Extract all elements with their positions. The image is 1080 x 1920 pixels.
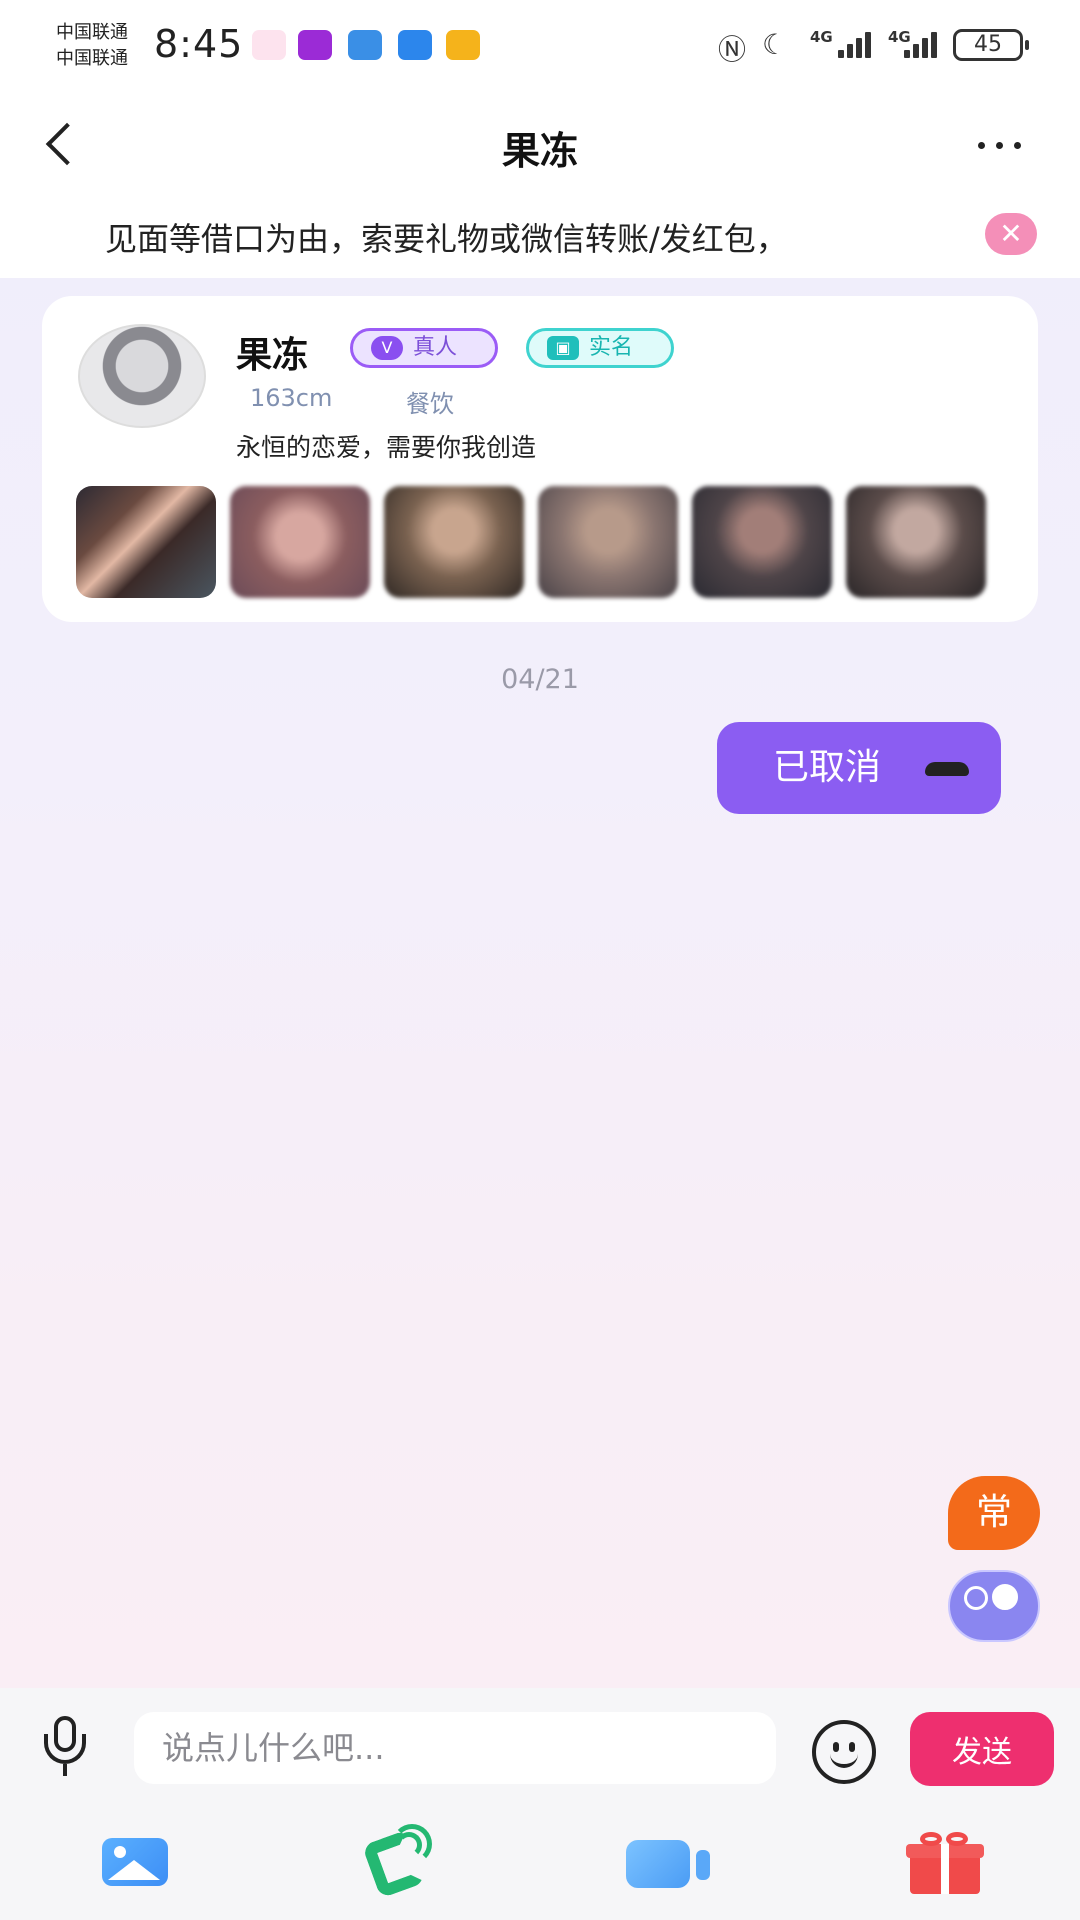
voice-call-icon[interactable] [360,1824,440,1899]
person-icon [992,1584,1018,1610]
call-cancelled-message[interactable]: 已取消 [717,722,1001,814]
bottom-toolbar [0,1808,1080,1920]
battery-indicator: 45 [953,29,1029,61]
clock: 8:45 [154,22,244,66]
status-bar: 中国联通 中国联通 8:45 Ⓝ ☾ 4G 4G 45 [0,0,1080,92]
weather-icon [348,30,382,60]
profile-name: 果冻 [236,335,309,376]
verified-v-icon: V [371,336,403,360]
video-call-icon[interactable] [624,1832,710,1892]
close-notice-button[interactable]: ✕ [985,213,1037,255]
avatar[interactable] [78,324,206,428]
chat-screen: 中国联通 中国联通 8:45 Ⓝ ☾ 4G 4G 45 果冻 见面等借口为由，索… [0,0,1080,1920]
signal-1-icon [838,30,878,58]
hang-up-icon [925,762,969,776]
chat-date: 04/21 [501,664,579,695]
carrier-info: 中国联通 中国联通 [56,20,128,72]
profile-photo-5[interactable] [692,486,832,598]
message-icon [398,30,432,60]
nfc-icon: Ⓝ [718,33,747,66]
profile-card[interactable]: 果冻 V 真人 ▣ 实名 163cm 餐饮 永恒的恋爱，需要你我创造 [42,296,1038,622]
profile-occupation: 餐饮 [406,390,454,418]
carrier-1: 中国联通 [56,22,128,43]
message-text: 已取消 [773,747,882,788]
gallery-icon[interactable] [98,1832,178,1892]
title-bar: 果冻 [0,92,1080,200]
moon-icon: ☾ [762,28,788,61]
profile-photo-3[interactable] [384,486,524,598]
id-card-icon: ▣ [547,336,579,360]
profile-bio: 永恒的恋爱，需要你我创造 [236,433,537,462]
notice-text: 见面等借口为由，索要礼物或微信转账/发红包， [105,220,788,258]
gift-icon[interactable] [906,1832,986,1894]
weibo-icon [446,30,480,60]
real-name-badge: ▣ 实名 [526,328,674,368]
profile-photo-2[interactable] [230,486,370,598]
profile-height: 163cm [250,384,333,412]
real-name-label: 实名 [589,335,634,360]
group-chat-button[interactable] [948,1570,1040,1642]
composer-bar: 发送 [0,1688,1080,1808]
message-input[interactable] [134,1712,776,1784]
microphone-icon[interactable] [40,1716,90,1778]
verified-real-badge: V 真人 [350,328,498,368]
profile-photo-4[interactable] [538,486,678,598]
carrier-2: 中国联通 [56,48,128,69]
page-title: 果冻 [501,129,578,173]
heart-app-icon [252,30,286,60]
signal-2-icon [904,30,944,58]
network-1-label: 4G [810,28,833,46]
verified-real-label: 真人 [413,335,458,360]
emoji-icon[interactable] [812,1720,876,1784]
more-options-icon[interactable] [978,142,1026,150]
send-button[interactable]: 发送 [910,1712,1054,1786]
common-phrases-button[interactable]: 常 [948,1476,1040,1550]
safety-notice: 见面等借口为由，索要礼物或微信转账/发红包， [0,200,1080,278]
video-app-icon [298,30,332,60]
person-icon [964,1586,988,1610]
profile-photo-6[interactable] [846,486,986,598]
profile-photo-1[interactable] [76,486,216,598]
